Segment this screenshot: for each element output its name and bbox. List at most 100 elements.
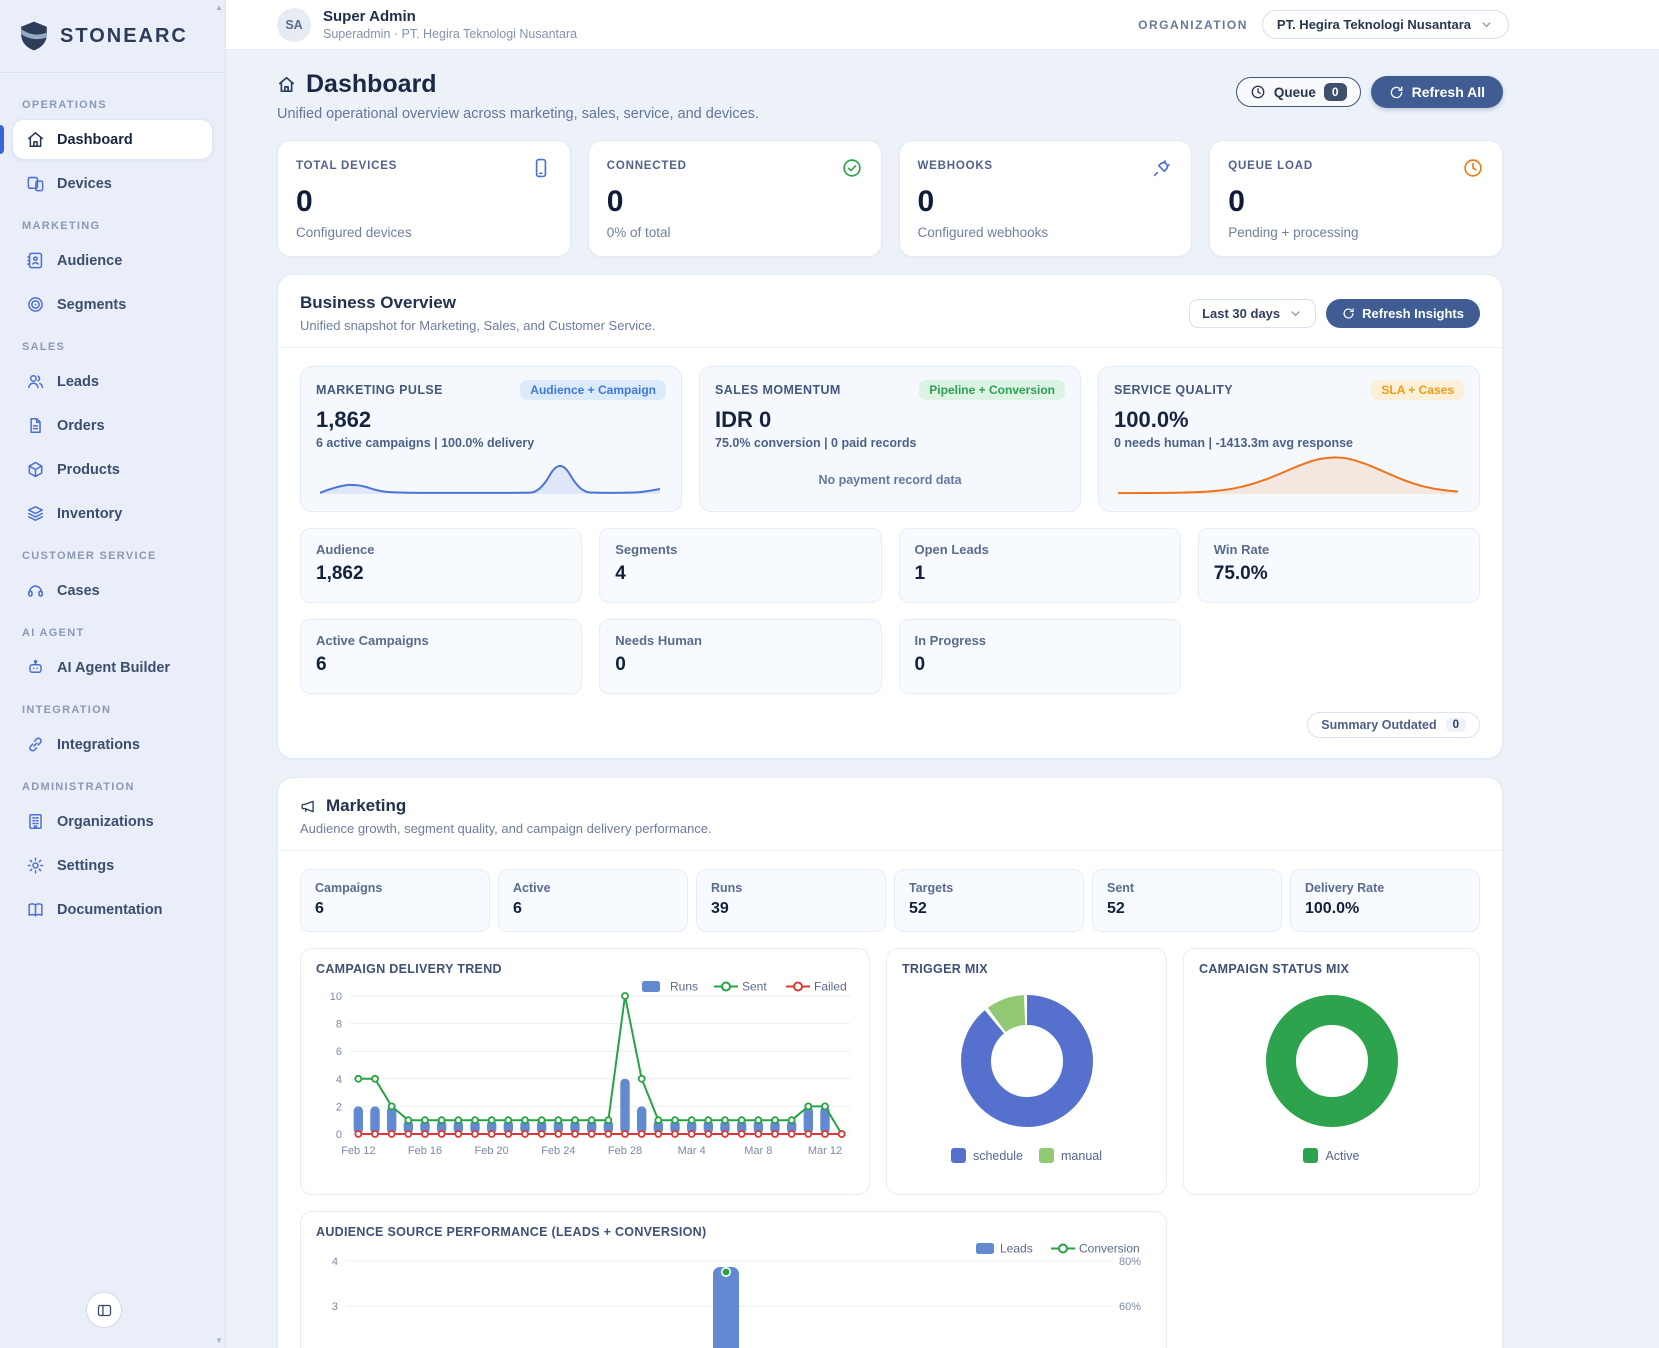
sidebar-item-label: AI Agent Builder: [57, 660, 170, 676]
donut-legend: schedule manual: [951, 1148, 1102, 1163]
insight-value: 100.0%: [1114, 407, 1464, 433]
svg-text:10: 10: [330, 991, 342, 1003]
audience-icon: [26, 251, 45, 270]
campaign-delivery-trend-chart: 0246810Feb 12Feb 16Feb 20Feb 24Feb 28Mar…: [316, 976, 854, 1176]
chip-sent: Sent52: [1092, 869, 1282, 932]
sidebar-collapse-button[interactable]: [86, 1292, 122, 1328]
sidebar-item-integrations[interactable]: Integrations: [12, 724, 213, 765]
marketing-panel: Marketing Audience growth, segment quali…: [277, 777, 1503, 1348]
svg-text:Feb 24: Feb 24: [541, 1145, 575, 1157]
refresh-all-button[interactable]: Refresh All: [1371, 76, 1503, 108]
schedule-swatch-icon: [951, 1148, 966, 1163]
insight-cards-row: MARKETING PULSEAudience + Campaign1,8626…: [300, 366, 1480, 512]
insight-empty-note: No payment record data: [818, 461, 961, 487]
topbar: SA Super Admin Superadmin · PT. Hegira T…: [226, 0, 1659, 50]
sidebar-item-cases[interactable]: Cases: [12, 570, 213, 611]
nav-section-label: AI AGENT: [22, 627, 203, 639]
svg-text:4: 4: [332, 1256, 338, 1268]
queue-button[interactable]: Queue 0: [1236, 77, 1361, 107]
svg-text:Mar 4: Mar 4: [678, 1145, 706, 1157]
ai-icon: [26, 658, 45, 677]
stat-card-sub: Pending + processing: [1228, 225, 1484, 240]
sidebar-item-organizations[interactable]: Organizations: [12, 801, 213, 842]
campaign-delivery-trend-title: CAMPAIGN DELIVERY TREND: [316, 962, 854, 976]
organization-select[interactable]: PT. Hegira Teknologi Nusantara: [1262, 10, 1509, 39]
campaign-status-mix-title: CAMPAIGN STATUS MIX: [1199, 962, 1464, 976]
sidebar-item-label: Cases: [57, 583, 100, 599]
svg-text:0: 0: [336, 1129, 342, 1141]
marketing-title: Marketing: [326, 796, 406, 816]
refresh-insights-button[interactable]: Refresh Insights: [1326, 299, 1480, 328]
summary-outdated-label: Summary Outdated: [1321, 718, 1436, 732]
sidebar-item-label: Organizations: [57, 814, 154, 830]
sidebar: STONEARC OPERATIONSDashboardDevicesMARKE…: [0, 0, 226, 1348]
chip-label: Runs: [711, 881, 871, 895]
phone-icon: [530, 157, 552, 179]
chip-value: 6: [513, 900, 673, 918]
clock-icon: [1250, 84, 1266, 100]
stat-card-value: 0: [918, 185, 1174, 219]
shield-logo-icon: [18, 20, 50, 52]
brand-name: STONEARC: [60, 25, 188, 48]
insight-sub: 6 active campaigns | 100.0% delivery: [316, 436, 666, 450]
summary-outdated-badge[interactable]: Summary Outdated 0: [1307, 712, 1480, 738]
page-title: Dashboard: [306, 70, 437, 99]
sidebar-item-label: Devices: [57, 176, 112, 192]
sidebar-item-label: Documentation: [57, 902, 163, 918]
page-subtitle: Unified operational overview across mark…: [277, 106, 759, 122]
chip-active: Active 6: [498, 869, 688, 932]
home-icon: [277, 75, 296, 94]
mini-card-label: Win Rate: [1214, 542, 1464, 557]
sidebar-scroll-down-icon[interactable]: ▼: [215, 1336, 223, 1345]
chip-label: Targets: [909, 881, 1069, 895]
sidebar-item-orders[interactable]: Orders: [12, 405, 213, 446]
svg-text:Feb 28: Feb 28: [608, 1145, 642, 1157]
megaphone-icon: [300, 798, 317, 815]
svg-text:3: 3: [332, 1301, 338, 1313]
mini-card-value: 0: [915, 654, 1165, 676]
sidebar-item-label: Audience: [57, 253, 122, 269]
svg-text:6: 6: [336, 1046, 342, 1058]
sidebar-nav: OPERATIONSDashboardDevicesMARKETINGAudie…: [0, 73, 225, 1348]
sidebar-item-devices[interactable]: Devices: [12, 163, 213, 204]
sidebar-item-documentation[interactable]: Documentation: [12, 889, 213, 930]
refresh-insights-label: Refresh Insights: [1362, 306, 1464, 321]
legend-label: schedule: [973, 1149, 1023, 1163]
organization-label: ORGANIZATION: [1138, 18, 1248, 32]
sidebar-item-products[interactable]: Products: [12, 449, 213, 490]
chip-label: Active: [513, 881, 673, 895]
legend-item-manual: manual: [1039, 1148, 1102, 1163]
insight-badge: SLA + Cases: [1371, 380, 1464, 400]
sidebar-item-inventory[interactable]: Inventory: [12, 493, 213, 534]
chip-delivery-rate: Delivery Rate100.0%: [1290, 869, 1480, 932]
refresh-icon: [1342, 307, 1355, 320]
sidebar-item-leads[interactable]: Leads: [12, 361, 213, 402]
chip-value: 100.0%: [1305, 900, 1465, 918]
audience-source-performance-chart: LeadsConversion480%360%: [316, 1239, 1151, 1348]
chip-value: 52: [1107, 900, 1267, 918]
chip-campaigns: Campaigns6: [300, 869, 490, 932]
sidebar-item-segments[interactable]: Segments: [12, 284, 213, 325]
audience-source-performance-title: AUDIENCE SOURCE PERFORMANCE (LEADS + CON…: [316, 1225, 1151, 1239]
mini-card-audience: Audience1,862: [300, 528, 582, 603]
stat-card-sub: 0% of total: [607, 225, 863, 240]
sidebar-item-ai-agent-builder[interactable]: AI Agent Builder: [12, 647, 213, 688]
home-icon: [26, 130, 45, 149]
mini-card-value: 1: [915, 563, 1165, 585]
mini-card-label: Needs Human: [615, 633, 865, 648]
page-head: Dashboard Unified operational overview a…: [277, 70, 1503, 122]
sidebar-item-settings[interactable]: Settings: [12, 845, 213, 886]
svg-text:Mar 8: Mar 8: [744, 1145, 772, 1157]
chevron-down-icon: [1288, 306, 1303, 321]
sidebar-item-dashboard[interactable]: Dashboard: [12, 119, 213, 160]
sidebar-item-audience[interactable]: Audience: [12, 240, 213, 281]
campaign-delivery-trend-card: CAMPAIGN DELIVERY TREND 0246810Feb 12Feb…: [300, 948, 870, 1195]
sidebar-scroll-up-icon[interactable]: ▲: [215, 3, 223, 12]
topbar-right: ORGANIZATION PT. Hegira Teknologi Nusant…: [1138, 10, 1509, 39]
stat-card-sub: Configured webhooks: [918, 225, 1174, 240]
date-range-select[interactable]: Last 30 days: [1189, 299, 1316, 328]
insight-sparkline: [1114, 450, 1464, 501]
svg-text:Sent: Sent: [742, 980, 767, 994]
orders-icon: [26, 416, 45, 435]
integrations-icon: [26, 735, 45, 754]
